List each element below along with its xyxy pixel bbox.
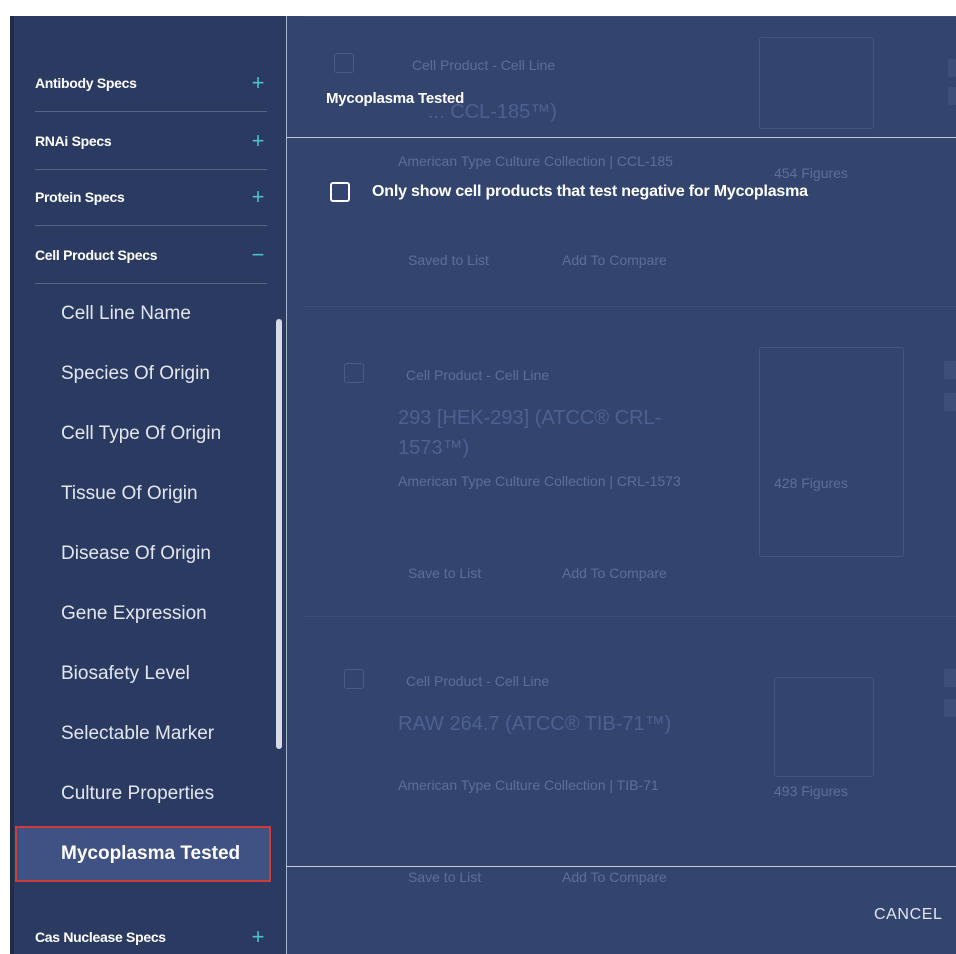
mycoplasma-negative-checkbox[interactable] bbox=[330, 182, 350, 202]
filter-item-cell-type-of-origin[interactable]: Cell Type Of Origin bbox=[15, 404, 271, 464]
modal-divider bbox=[286, 866, 956, 867]
result-card: Cell Product - Cell Line 293 [HEK-293] (… bbox=[304, 306, 956, 616]
badge bbox=[944, 393, 956, 411]
badge bbox=[944, 669, 956, 687]
filter-sidebar: Antibody Specs + RNAi Specs + Protein Sp… bbox=[10, 16, 286, 954]
result-type: Cell Product - Cell Line bbox=[406, 673, 550, 689]
figure-thumbnail[interactable] bbox=[774, 677, 874, 777]
mycoplasma-negative-option[interactable]: Only show cell products that test negati… bbox=[330, 182, 808, 202]
results-panel: Cell Product - Cell Line ... CCL-185™) A… bbox=[286, 16, 956, 954]
section-label: Cas Nuclease Specs bbox=[35, 929, 166, 945]
save-to-list-link[interactable]: Save to List bbox=[408, 565, 481, 581]
filter-item-culture-properties[interactable]: Culture Properties bbox=[15, 764, 271, 824]
section-protein-specs[interactable]: Protein Specs + bbox=[35, 168, 267, 226]
filter-item-gene-expression[interactable]: Gene Expression bbox=[15, 584, 271, 644]
expand-plus-icon[interactable]: + bbox=[249, 129, 267, 152]
result-source: American Type Culture Collection | TIB-7… bbox=[398, 777, 659, 793]
save-to-list-link[interactable]: Save to List bbox=[408, 869, 481, 885]
figures-count[interactable]: 428 Figures bbox=[774, 475, 848, 491]
add-to-compare-link[interactable]: Add To Compare bbox=[562, 869, 667, 885]
figure-thumbnail[interactable] bbox=[759, 37, 874, 129]
result-checkbox[interactable] bbox=[334, 53, 354, 73]
filter-item-species-of-origin[interactable]: Species Of Origin bbox=[15, 344, 271, 404]
modal-title: Mycoplasma Tested bbox=[326, 90, 465, 107]
expand-plus-icon[interactable]: + bbox=[249, 71, 267, 94]
badge bbox=[948, 87, 956, 105]
section-label: RNAi Specs bbox=[35, 132, 112, 149]
result-type: Cell Product - Cell Line bbox=[406, 367, 550, 383]
filter-item-selectable-marker[interactable]: Selectable Marker bbox=[15, 704, 271, 764]
modal-divider bbox=[286, 137, 956, 138]
result-source: American Type Culture Collection | CRL-1… bbox=[398, 473, 681, 489]
expand-plus-icon[interactable]: + bbox=[249, 926, 267, 948]
expand-plus-icon[interactable]: + bbox=[249, 185, 267, 208]
result-title[interactable]: 293 [HEK-293] (ATCC® CRL-1573™) bbox=[398, 403, 688, 463]
add-to-compare-link[interactable]: Add To Compare bbox=[562, 252, 667, 268]
filter-item-cell-line-name[interactable]: Cell Line Name bbox=[15, 284, 271, 344]
section-rnai-specs[interactable]: RNAi Specs + bbox=[35, 112, 267, 170]
figure-thumbnail[interactable] bbox=[759, 347, 904, 557]
section-label: Cell Product Specs bbox=[35, 246, 158, 263]
result-source: American Type Culture Collection | CCL-1… bbox=[398, 153, 673, 169]
result-card: Cell Product - Cell Line ... CCL-185™) A… bbox=[304, 16, 956, 306]
add-to-compare-link[interactable]: Add To Compare bbox=[562, 565, 667, 581]
result-title[interactable]: RAW 264.7 (ATCC® TIB-71™) bbox=[398, 709, 688, 739]
sidebar-edge bbox=[10, 16, 14, 954]
sidebar-scrollbar[interactable] bbox=[276, 319, 282, 749]
section-antibody-specs[interactable]: Antibody Specs + bbox=[35, 54, 267, 112]
section-label: Antibody Specs bbox=[35, 74, 137, 91]
result-checkbox[interactable] bbox=[344, 669, 364, 689]
collapse-minus-icon[interactable]: − bbox=[249, 243, 267, 266]
option-label[interactable]: Only show cell products that test negati… bbox=[372, 183, 808, 201]
filter-item-biosafety-level[interactable]: Biosafety Level bbox=[15, 644, 271, 704]
badge bbox=[944, 699, 956, 717]
badge bbox=[948, 59, 956, 77]
cancel-button[interactable]: CANCEL bbox=[874, 906, 943, 924]
section-cell-product-specs[interactable]: Cell Product Specs − bbox=[35, 226, 267, 284]
result-checkbox[interactable] bbox=[344, 363, 364, 383]
result-card: Cell Product - Cell Line RAW 264.7 (ATCC… bbox=[304, 616, 956, 936]
result-type: Cell Product - Cell Line bbox=[412, 57, 556, 73]
section-label: Protein Specs bbox=[35, 188, 125, 205]
filter-item-tissue-of-origin[interactable]: Tissue Of Origin bbox=[15, 464, 271, 524]
save-to-list-link[interactable]: Saved to List bbox=[408, 252, 489, 268]
figures-count[interactable]: 493 Figures bbox=[774, 783, 848, 799]
figures-count[interactable]: 454 Figures bbox=[774, 165, 848, 181]
badge bbox=[944, 361, 956, 379]
section-cas-nuclease-specs[interactable]: Cas Nuclease Specs + bbox=[35, 908, 267, 954]
filter-item-disease-of-origin[interactable]: Disease Of Origin bbox=[15, 524, 271, 584]
filter-item-mycoplasma-tested[interactable]: Mycoplasma Tested bbox=[15, 826, 271, 882]
